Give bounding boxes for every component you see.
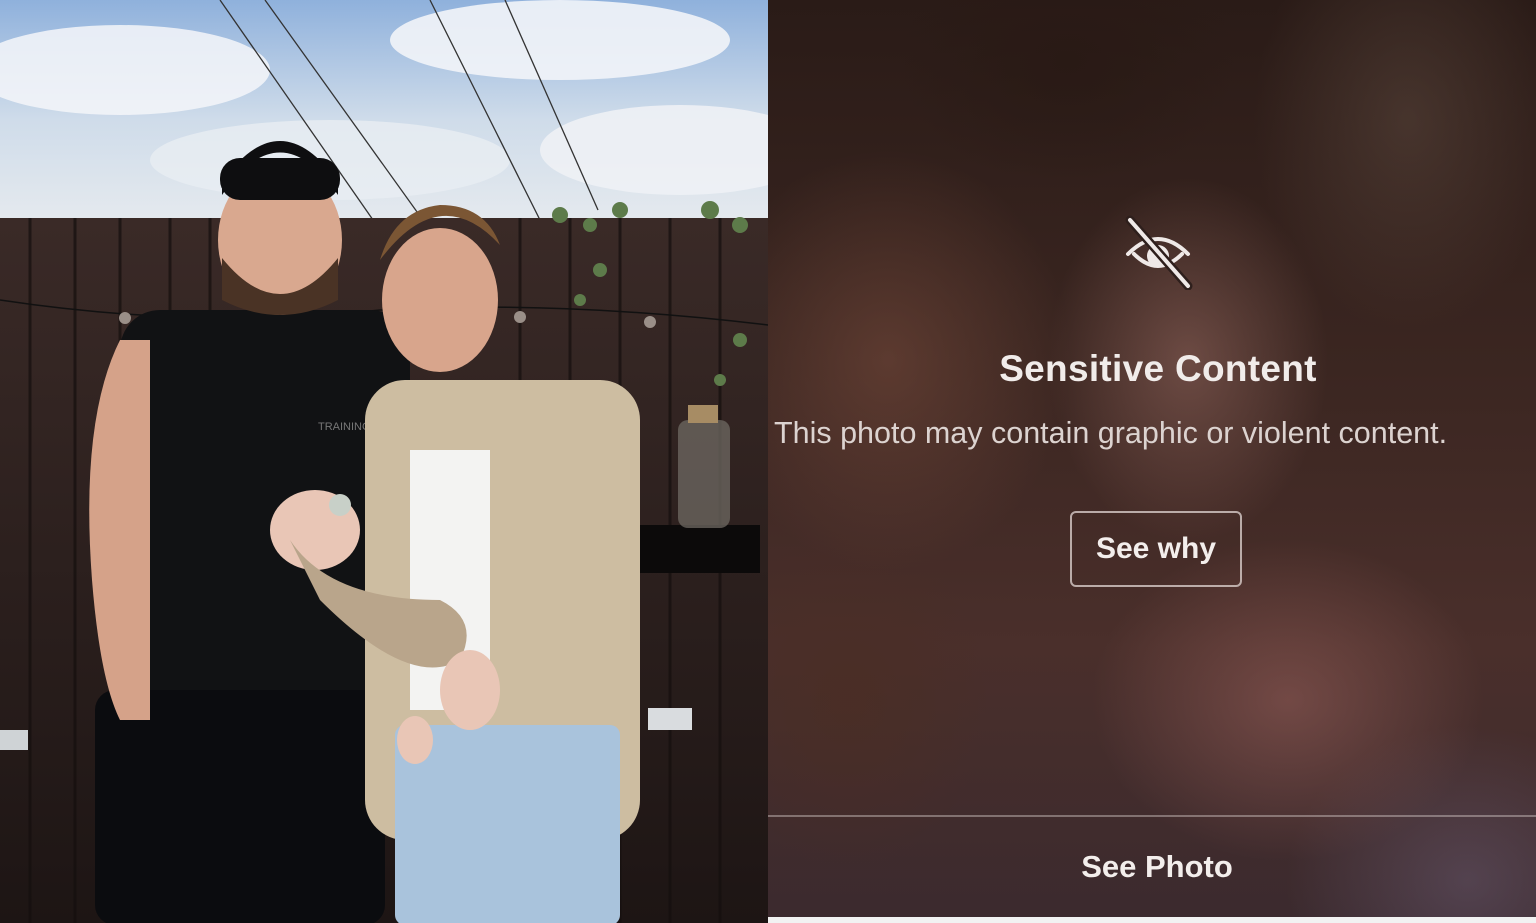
left-photo: TRAINING DEPT xyxy=(0,0,768,923)
photo-illustration: TRAINING DEPT xyxy=(0,0,768,923)
see-why-button[interactable]: See why xyxy=(1070,511,1242,587)
sensitive-content-description: This photo may contain graphic or violen… xyxy=(774,416,1448,450)
sensitive-content-panel: Sensitive Content This photo may contain… xyxy=(768,0,1536,923)
eye-slash-icon xyxy=(1125,215,1193,290)
screenshot-composite: TRAINING DEPT Sensitive Content This pho… xyxy=(0,0,1536,923)
see-photo-button[interactable]: See Photo xyxy=(768,817,1536,917)
sensitive-content-overlay: Sensitive Content This photo may contain… xyxy=(768,0,1536,923)
sensitive-content-title: Sensitive Content xyxy=(999,348,1317,389)
bottom-edge xyxy=(768,917,1536,923)
